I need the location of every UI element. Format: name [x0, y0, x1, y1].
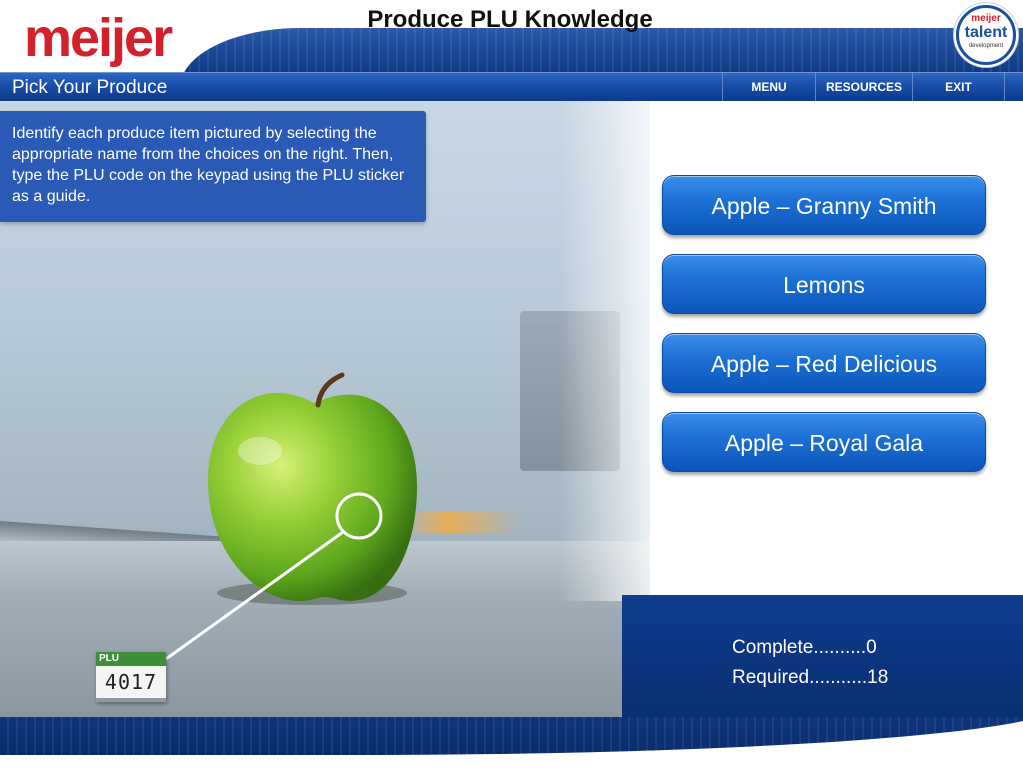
choice-button-granny-smith[interactable]: Apple – Granny Smith [662, 175, 986, 235]
plu-pointer [165, 492, 383, 661]
badge-title: talent [964, 24, 1008, 41]
plu-pointer-circle [335, 492, 383, 540]
menu-button[interactable]: MENU [722, 73, 815, 101]
progress-required: Required...........18 [732, 667, 889, 688]
meijer-logo: meijer [24, 8, 173, 68]
footer [0, 717, 1023, 771]
header: meijer Produce PLU Knowledge meijer tale… [0, 0, 1023, 72]
badge-subtitle: development [968, 43, 1004, 49]
badge-brand: meijer [971, 13, 1001, 24]
exit-button[interactable]: EXIT [912, 73, 1005, 101]
app-title: Produce PLU Knowledge [367, 6, 653, 33]
resources-button[interactable]: RESOURCES [815, 73, 912, 101]
progress-complete: Complete..........0 [732, 637, 877, 658]
progress-panel: Complete..........0 Required...........1… [622, 595, 1023, 717]
talent-development-badge: meijer talent development [956, 5, 1016, 65]
plu-sticker-code: 4017 [96, 666, 166, 698]
nav-bar: Pick Your Produce MENU RESOURCES EXIT [0, 72, 1023, 101]
footer-swoosh-decoration [0, 717, 1023, 755]
section-title: Pick Your Produce [12, 77, 168, 98]
choice-button-red-delicious[interactable]: Apple – Red Delicious [662, 333, 986, 393]
choice-button-lemons[interactable]: Lemons [662, 254, 986, 314]
header-swoosh-decoration [180, 28, 1023, 72]
main-content: PLU 4017 Identify each produce item pict… [0, 101, 1023, 717]
instruction-text: Identify each produce item pictured by s… [12, 125, 405, 205]
plu-sticker: PLU 4017 [96, 652, 166, 702]
plu-sticker-label: PLU [96, 652, 166, 666]
instruction-box: Identify each produce item pictured by s… [0, 111, 426, 222]
choice-button-royal-gala[interactable]: Apple – Royal Gala [662, 412, 986, 472]
